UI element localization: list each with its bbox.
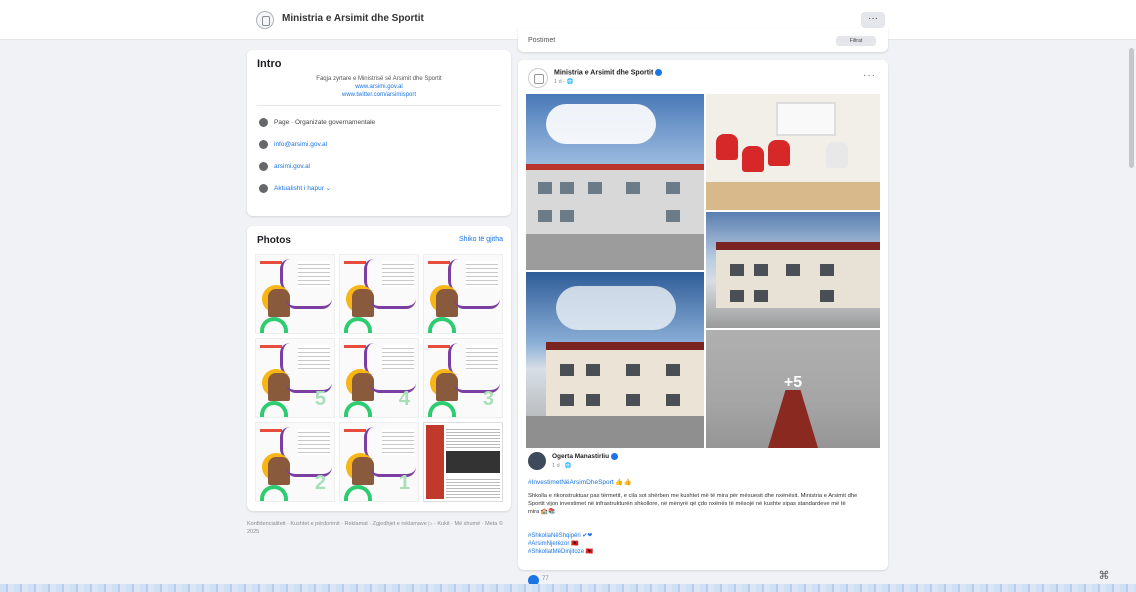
verified-badge-icon xyxy=(655,69,663,76)
page-logo-icon[interactable] xyxy=(256,11,274,29)
photo-thumbnail[interactable]: 1 xyxy=(339,422,419,502)
intro-heading: Intro xyxy=(257,58,282,70)
page-footer-links[interactable]: Konfidencialiteti · Kushtet e përdorimit… xyxy=(247,520,511,536)
divider xyxy=(257,105,501,106)
hashtag-link[interactable]: #ShkollaNëShqipëri ✔❤ xyxy=(528,532,593,540)
clock-icon xyxy=(259,183,268,193)
hashtag-link[interactable]: #ArsimNjerëzor 🇦🇱 xyxy=(528,540,593,548)
more-options-button[interactable]: ··· xyxy=(861,12,885,28)
see-all-photos-link[interactable]: Shiko të gjitha xyxy=(459,236,503,243)
info-icon xyxy=(259,117,268,127)
photo-thumbnail[interactable]: 5 xyxy=(255,338,335,418)
intro-card: Intro Faqja zyrtare e Ministrisë së Arsi… xyxy=(247,50,511,216)
photo-thumbnail[interactable]: 2 xyxy=(255,422,335,502)
photos-heading: Photos xyxy=(257,235,291,246)
reaction-count[interactable]: 77 xyxy=(542,576,549,582)
post-author-name[interactable]: Ministria e Arsimit dhe Sportit xyxy=(554,69,663,76)
shared-hashtag[interactable]: #InvestimetNëArsimDheSport 👍👍 xyxy=(528,478,632,486)
email-icon xyxy=(259,139,268,149)
photos-grid: 5 4 3 2 1 xyxy=(255,254,503,502)
post-card: Ministria e Arsimit dhe Sportit 1 d · 🌐 … xyxy=(518,60,888,586)
photo-thumbnail[interactable] xyxy=(423,254,503,334)
filters-button[interactable]: Filtrat xyxy=(836,36,876,46)
post-photo-school-front[interactable] xyxy=(526,94,704,270)
posts-label: Postimet xyxy=(528,37,556,44)
photo-thumbnail[interactable]: 4 xyxy=(339,338,419,418)
hashtag-link[interactable]: #ShkollatMëDinjitoze 🇦🇱 xyxy=(528,548,593,556)
post-author-avatar[interactable] xyxy=(528,68,548,88)
post-timestamp[interactable]: 1 d · 🌐 xyxy=(554,79,573,85)
more-photos-count: +5 xyxy=(783,374,803,391)
intro-detail-category: Page · Organizate governamentale xyxy=(257,111,501,133)
verified-badge-icon xyxy=(611,453,619,460)
post-options-button[interactable]: ··· xyxy=(863,70,876,81)
photo-thumbnail-newspaper[interactable] xyxy=(423,422,503,502)
shared-timestamp[interactable]: 1 d · 🌐 xyxy=(552,463,571,469)
vertical-scrollbar[interactable] xyxy=(1127,40,1136,584)
shared-author-name[interactable]: Ogerta Manastirliu xyxy=(552,453,619,460)
shared-author-avatar[interactable] xyxy=(528,452,546,470)
shortcut-icon[interactable]: ⌘ xyxy=(1096,568,1112,584)
intro-bio: Faqja zyrtare e Ministrisë së Arsimit dh… xyxy=(316,76,442,82)
shared-hashtags: #ShkollaNëShqipëri ✔❤ #ArsimNjerëzor 🇦🇱 … xyxy=(528,532,593,556)
intro-detail-email[interactable]: info@arsimi.gov.al xyxy=(257,133,501,155)
intro-detail-hours[interactable]: Aktualisht i hapur ⌄ xyxy=(257,177,501,199)
page-title[interactable]: Ministria e Arsimit dhe Sportit xyxy=(282,13,424,24)
intro-detail-website[interactable]: arsimi.gov.al xyxy=(257,155,501,177)
shared-post-text: Shkolla e rikonstruktuar pas tërmetit, e… xyxy=(528,493,858,515)
intro-link-twitter[interactable]: www.twitter.com/arsimisport xyxy=(257,91,501,99)
post-photo-hallway-more[interactable]: +5 xyxy=(706,330,880,448)
photo-thumbnail[interactable] xyxy=(339,254,419,334)
scrollbar-thumb[interactable] xyxy=(1129,48,1134,168)
intro-link-website[interactable]: www.arsimi.gov.al xyxy=(257,83,501,91)
post-photo-school-corner[interactable] xyxy=(526,272,704,448)
post-photo-school-side[interactable] xyxy=(706,212,880,328)
bottom-strip xyxy=(0,584,1136,592)
photo-thumbnail[interactable]: 3 xyxy=(423,338,503,418)
post-photo-classroom[interactable] xyxy=(706,94,880,210)
photos-card: Photos Shiko të gjitha 5 4 3 2 1 xyxy=(247,226,511,511)
photo-thumbnail[interactable] xyxy=(255,254,335,334)
web-icon xyxy=(259,161,268,171)
posts-header: Postimet Filtrat xyxy=(518,28,888,52)
